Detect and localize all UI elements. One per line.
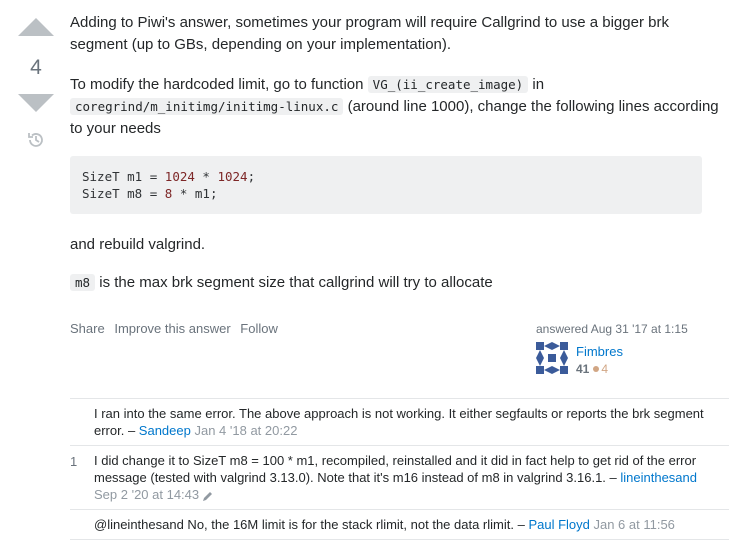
- user-name-link[interactable]: Fimbres: [576, 344, 623, 359]
- comment-date[interactable]: Jan 4 '18 at 20:22: [191, 423, 297, 438]
- pencil-edit-icon[interactable]: [202, 490, 214, 502]
- bronze-badge-icon: [593, 366, 600, 373]
- follow-link[interactable]: Follow: [240, 321, 278, 336]
- inline-code: VG_(ii_create_image): [367, 76, 529, 93]
- reputation: 41 4: [576, 362, 608, 376]
- paragraph: m8 is the max brk segment size that call…: [70, 272, 493, 294]
- paragraph: and rebuild valgrind.: [70, 236, 206, 253]
- text: is the max brk segment size that callgri…: [95, 274, 493, 291]
- inline-code: m8: [70, 274, 96, 291]
- inline-code: coregrind/m_initimg/initimg-linux.c: [70, 98, 344, 115]
- comment-text: I did change it to SizeT m8 = 100 * m1, …: [94, 453, 697, 485]
- bronze-badge-count: 4: [601, 362, 609, 376]
- history-icon[interactable]: [26, 130, 46, 150]
- comment-user-link[interactable]: Paul Floyd: [528, 517, 589, 532]
- comment-date[interactable]: Jan 6 at 11:56: [590, 517, 674, 532]
- share-link[interactable]: Share: [70, 321, 105, 336]
- comment: @lineinthesand No, the 16M limit is for …: [70, 510, 729, 540]
- comment-user-link[interactable]: Sandeep: [139, 423, 191, 438]
- improve-answer-link[interactable]: Improve this answer: [114, 321, 230, 336]
- paragraph: Adding to Piwi's answer, sometimes your …: [70, 14, 669, 53]
- paragraph: To modify the hardcoded limit, go to fun…: [70, 74, 726, 140]
- vote-count: 4: [30, 56, 42, 79]
- text: in: [528, 76, 545, 93]
- upvote-arrow-icon[interactable]: [18, 18, 54, 36]
- comment-text: @lineinthesand No, the 16M limit is for …: [94, 517, 529, 532]
- comment: 1 I did change it to SizeT m8 = 100 * m1…: [70, 446, 729, 510]
- text: To modify the hardcoded limit, go to fun…: [70, 76, 368, 93]
- downvote-arrow-icon[interactable]: [18, 94, 54, 112]
- avatar[interactable]: [536, 342, 568, 374]
- user-signature: answered Aug 31 '17 at 1:15 Fimbres 41 4: [536, 322, 726, 376]
- reputation-score: 41: [576, 362, 590, 376]
- comment-user-link[interactable]: lineinthesand: [620, 470, 697, 485]
- comment: I ran into the same error. The above app…: [70, 399, 729, 446]
- comments-list: I ran into the same error. The above app…: [70, 398, 729, 540]
- post-menu: Share Improve this answer Follow: [70, 321, 284, 336]
- comment-date[interactable]: Sep 2 '20 at 14:43: [94, 487, 199, 502]
- code-block: SizeT m1 = 1024 * 1024; SizeT m8 = 8 * m…: [70, 156, 702, 214]
- answered-time[interactable]: answered Aug 31 '17 at 1:15: [536, 322, 726, 336]
- comment-score: 1: [70, 454, 78, 469]
